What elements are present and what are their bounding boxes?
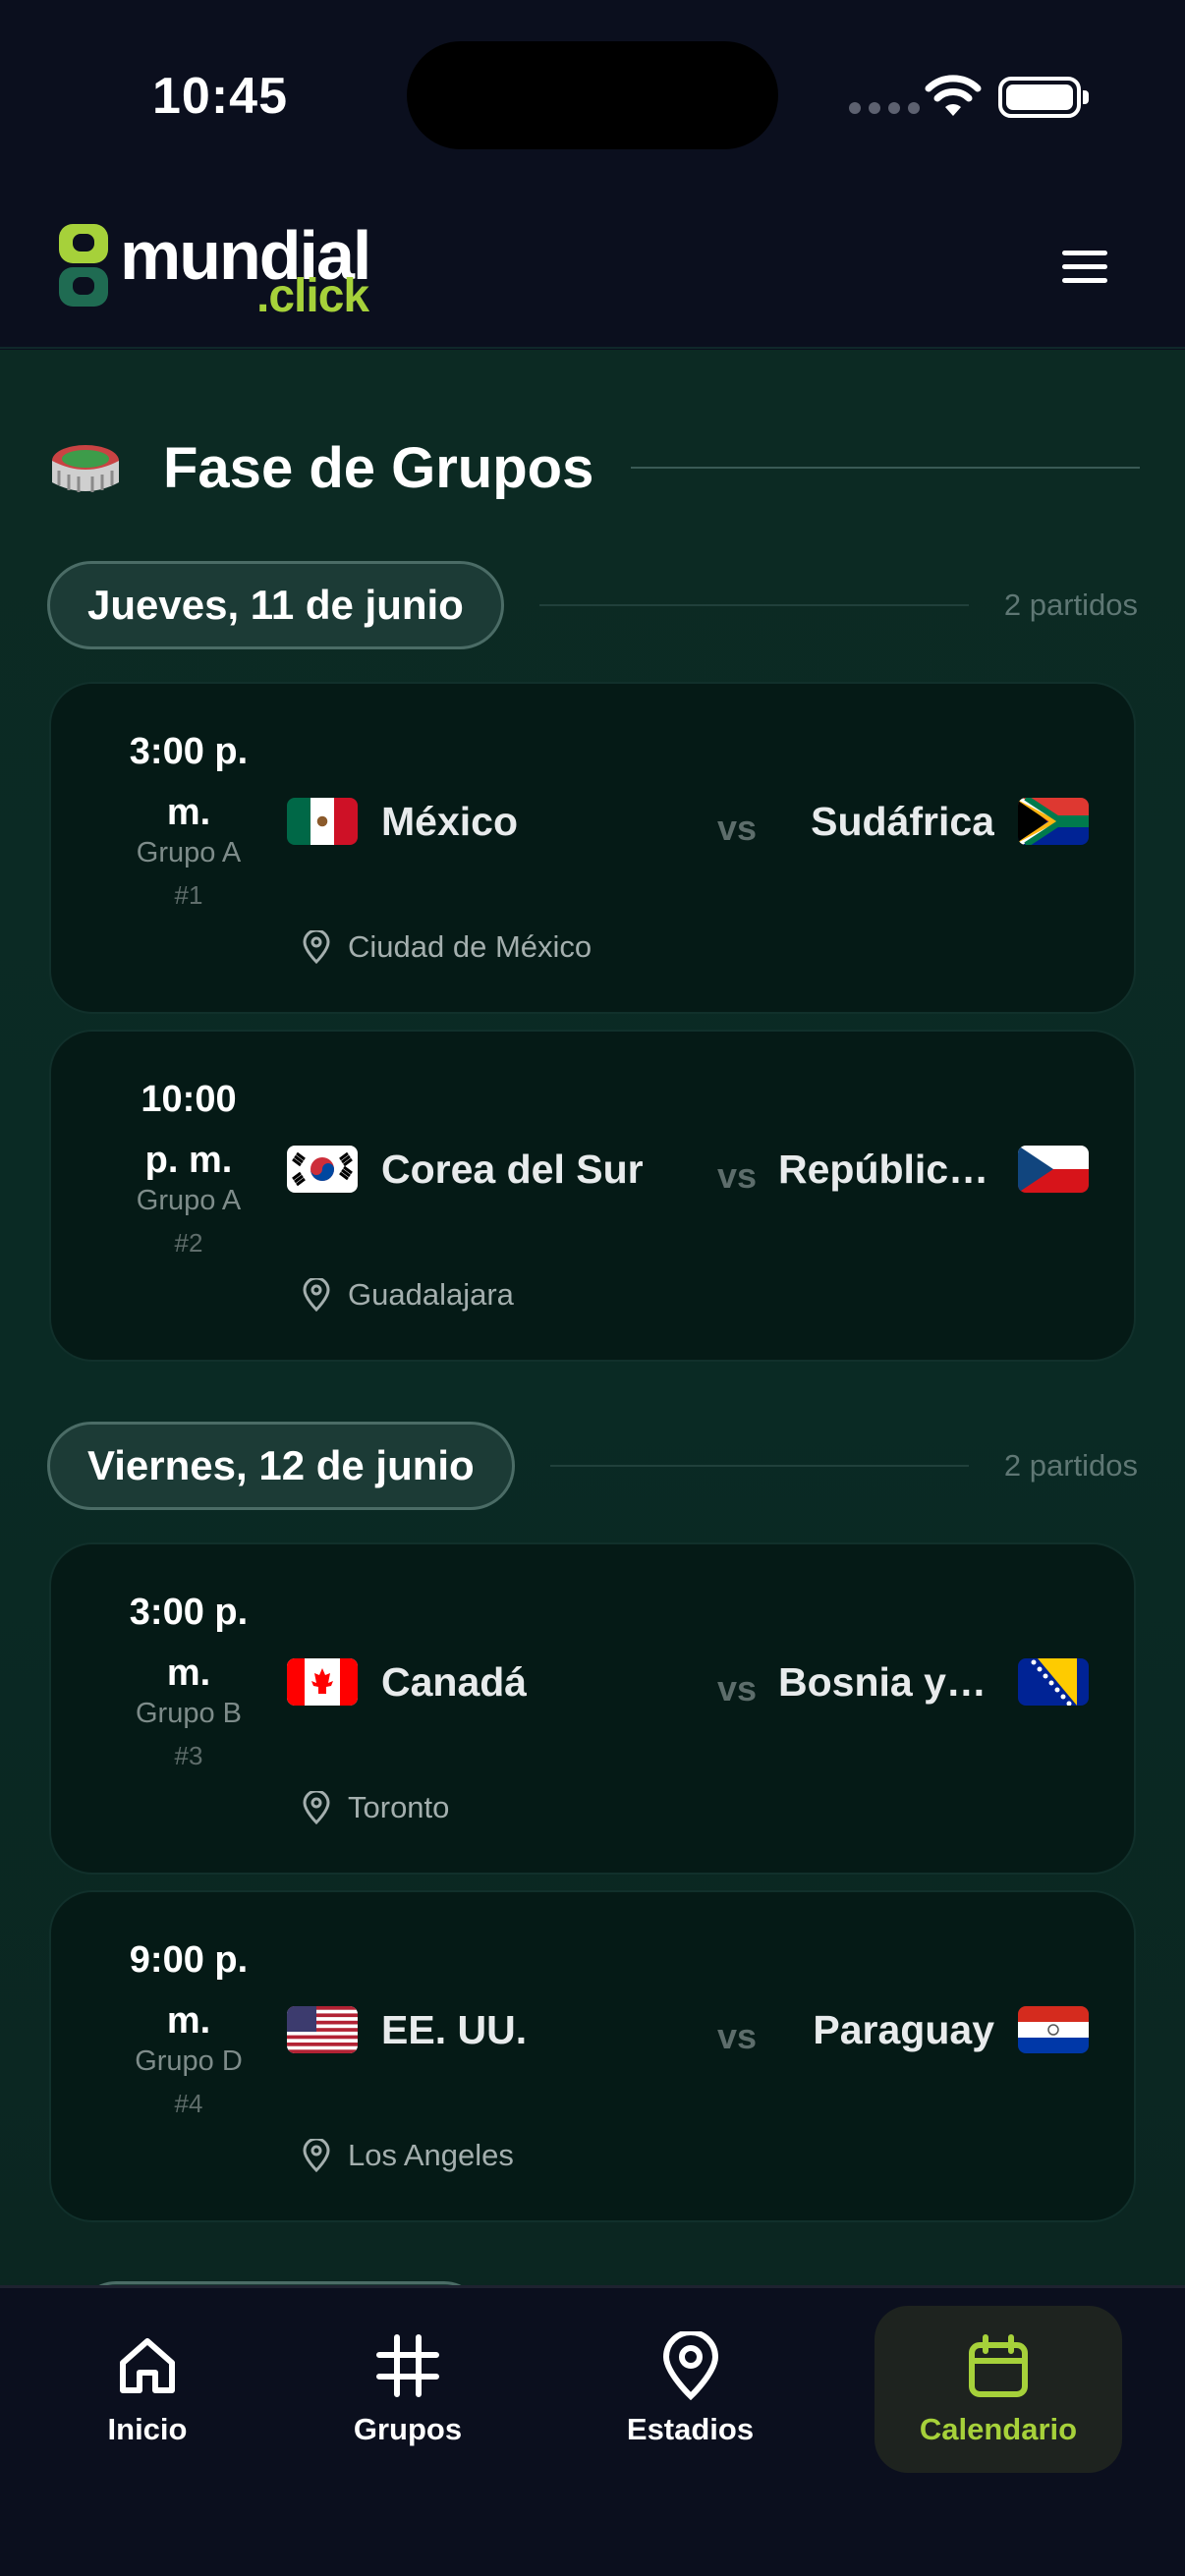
nav-item-calendario[interactable]: Calendario xyxy=(875,2306,1122,2473)
location-pin-icon xyxy=(303,2139,330,2172)
nav-item-estadios[interactable]: Estadios xyxy=(599,2306,781,2473)
home-team-name: México xyxy=(381,798,518,844)
battery-icon xyxy=(998,77,1089,118)
match-time: 3:00 p. m. xyxy=(129,1592,249,1694)
stadium-icon xyxy=(52,445,119,492)
match-group: Grupo B xyxy=(136,1698,242,1729)
status-bar: 10:45 xyxy=(0,0,1185,187)
calendar-icon xyxy=(969,2334,1028,2397)
match-card[interactable]: 9:00 p. m. Grupo D #4 EE. UU. vs Paraguay… xyxy=(49,1890,1136,2222)
match-number: #2 xyxy=(174,1228,203,1258)
nav-label: Inicio xyxy=(107,2412,188,2446)
day-header: Viernes, 12 de junio 2 partidos xyxy=(47,1421,1138,1511)
home-team-name: Corea del Sur xyxy=(381,1146,644,1192)
match-time: 10:00 p. m. xyxy=(141,1079,237,1181)
day-pill[interactable]: Viernes, 12 de junio xyxy=(47,1422,515,1510)
match-venue: Los Angeles xyxy=(301,2134,514,2177)
bosnia-flag-icon xyxy=(1018,1658,1089,1706)
home-icon xyxy=(120,2338,175,2393)
venue-name: Toronto xyxy=(348,1790,450,1824)
south-africa-flag-icon xyxy=(1018,798,1089,845)
match-time: 9:00 p. m. xyxy=(129,1939,249,2042)
match-number: #4 xyxy=(174,2089,203,2118)
home-team[interactable]: México xyxy=(287,792,680,851)
nav-label: Grupos xyxy=(353,2412,463,2446)
nav-label: Calendario xyxy=(919,2412,1078,2446)
section-divider xyxy=(631,467,1140,469)
away-team[interactable]: Paraguay xyxy=(676,2000,1089,2059)
home-team-name: Canadá xyxy=(381,1658,528,1705)
away-team[interactable]: República Checa xyxy=(676,1140,1089,1199)
location-pin-icon xyxy=(303,1791,330,1824)
day-header: Jueves, 11 de junio 2 partidos xyxy=(47,560,1138,650)
day-divider xyxy=(549,1465,969,1467)
match-venue: Toronto xyxy=(301,1786,449,1829)
match-card[interactable]: 3:00 p. m. Grupo B #3 Canadá vs Bosnia y … xyxy=(49,1542,1136,1875)
home-team-name: EE. UU. xyxy=(381,2006,528,2052)
logo-mark-icon xyxy=(59,224,108,307)
paraguay-flag-icon xyxy=(1018,2006,1089,2053)
location-pin-icon xyxy=(662,2331,718,2400)
section-title: Fase de Grupos xyxy=(163,435,594,500)
bottom-navigation: Inicio Grupos Estadios Calendario xyxy=(0,2285,1185,2576)
schedule-content[interactable]: Fase de Grupos Jueves, 11 de junio 2 par… xyxy=(0,350,1185,2285)
status-time: 10:45 xyxy=(152,68,288,125)
match-group: Grupo A xyxy=(136,1185,242,1216)
cellular-signal-icon xyxy=(849,102,920,114)
venue-name: Los Angeles xyxy=(348,2138,514,2172)
match-count: 2 partidos xyxy=(1003,588,1138,622)
day-pill[interactable]: Jueves, 11 de junio xyxy=(47,561,504,649)
logo[interactable]: mundial .click xyxy=(55,217,371,322)
hamburger-icon xyxy=(1062,251,1107,255)
away-team[interactable]: Bosnia y Herzegovina xyxy=(676,1652,1089,1711)
match-count: 2 partidos xyxy=(1003,1448,1138,1483)
match-venue: Guadalajara xyxy=(301,1273,514,1316)
nav-label: Estadios xyxy=(626,2412,755,2446)
menu-button[interactable] xyxy=(1051,242,1118,297)
dynamic-island xyxy=(407,41,778,149)
czech-republic-flag-icon xyxy=(1018,1146,1089,1193)
nav-item-grupos[interactable]: Grupos xyxy=(324,2306,491,2473)
away-team[interactable]: Sudáfrica xyxy=(676,792,1089,851)
location-pin-icon xyxy=(303,1278,330,1312)
nav-item-inicio[interactable]: Inicio xyxy=(69,2306,226,2473)
venue-name: Ciudad de México xyxy=(348,929,592,964)
location-pin-icon xyxy=(303,930,330,964)
away-team-name: Bosnia y Herzegovina xyxy=(778,1658,994,1705)
match-card[interactable]: 3:00 p. m. Grupo A #1 México vs Sudáfrica… xyxy=(49,682,1136,1014)
south-korea-flag-icon xyxy=(287,1146,358,1193)
day-divider xyxy=(538,604,969,606)
home-team[interactable]: Corea del Sur xyxy=(287,1140,680,1199)
mexico-flag-icon xyxy=(287,798,358,845)
home-team[interactable]: EE. UU. xyxy=(287,2000,680,2059)
logo-subtext: .click xyxy=(256,270,369,322)
away-team-name: República Checa xyxy=(778,1146,994,1192)
canada-flag-icon xyxy=(287,1658,358,1706)
match-time: 3:00 p. m. xyxy=(129,731,249,833)
match-venue: Ciudad de México xyxy=(301,925,592,969)
match-card[interactable]: 10:00 p. m. Grupo A #2 Corea del Sur vs R… xyxy=(49,1030,1136,1362)
away-team-name: Paraguay xyxy=(813,2006,994,2052)
match-number: #3 xyxy=(174,1741,203,1770)
match-group: Grupo D xyxy=(135,2045,243,2077)
hash-icon xyxy=(376,2334,439,2397)
match-number: #1 xyxy=(174,880,203,910)
wifi-icon xyxy=(925,75,982,116)
app-header: mundial .click xyxy=(0,187,1185,349)
usa-flag-icon xyxy=(287,2006,358,2053)
away-team-name: Sudáfrica xyxy=(811,798,994,844)
home-team[interactable]: Canadá xyxy=(287,1652,680,1711)
venue-name: Guadalajara xyxy=(348,1277,514,1312)
section-header: Fase de Grupos xyxy=(49,419,1140,517)
match-group: Grupo A xyxy=(136,837,242,868)
